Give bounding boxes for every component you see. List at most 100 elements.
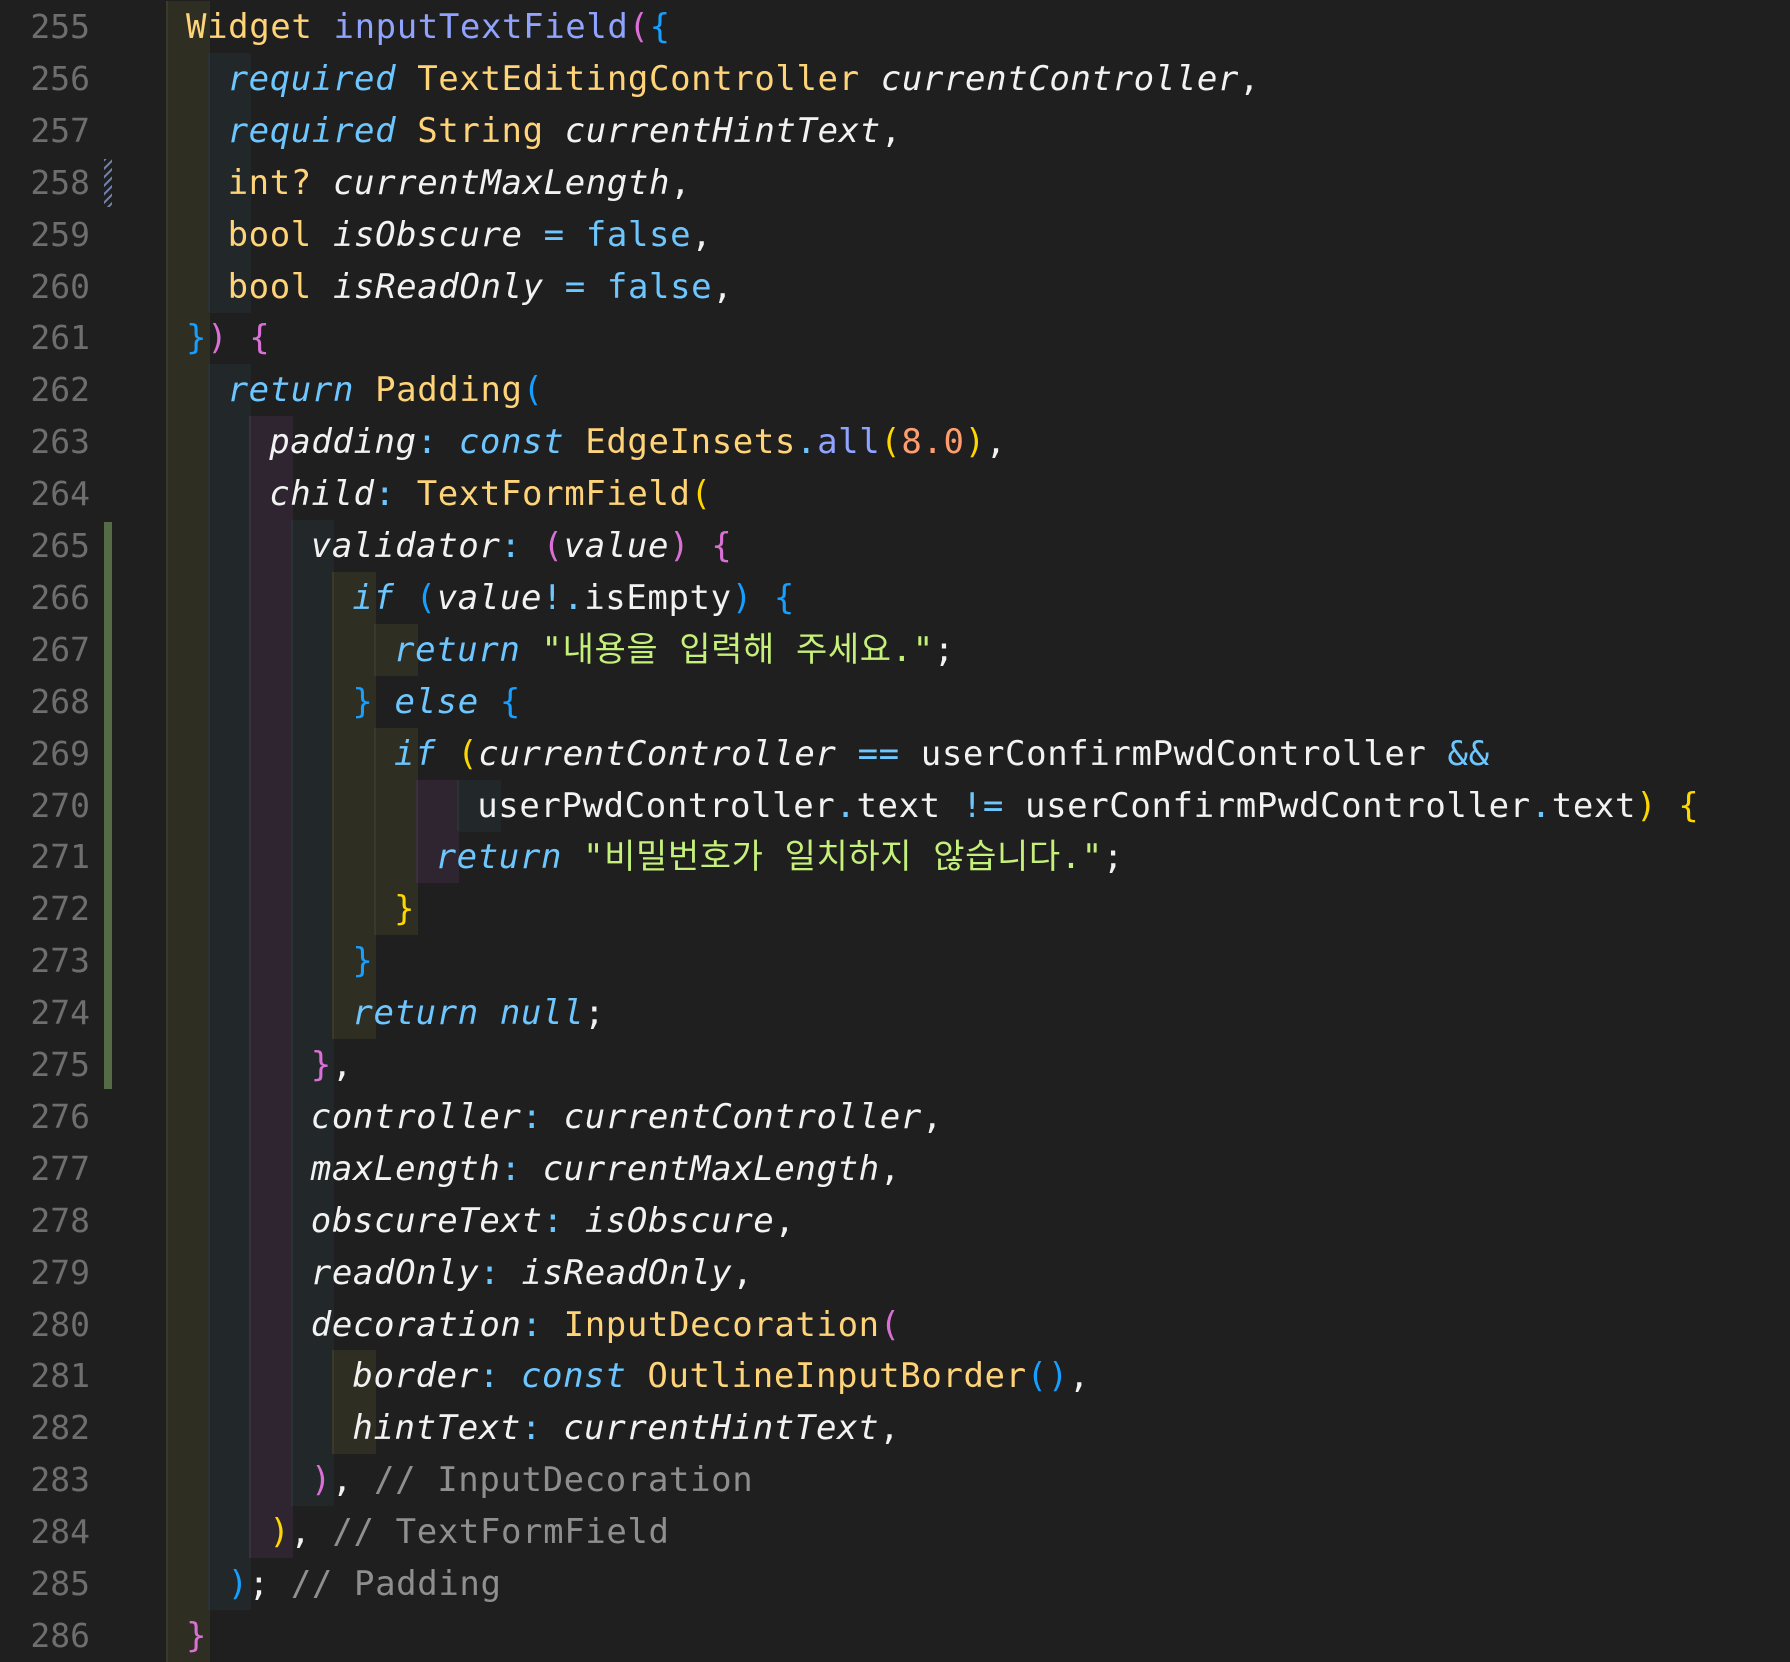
code-line[interactable]: 263 padding: const EdgeInsets.all(8.0), [0,416,1790,469]
code-line[interactable]: 275}, [0,1039,1790,1091]
code-line[interactable]: 284), // TextFormField [0,1506,1790,1559]
line-number: 271 [30,837,90,877]
indent-guide [249,1194,293,1247]
indent-guide [207,1194,252,1247]
code-token: ) [310,1460,332,1501]
code-line[interactable]: 277 maxLength: currentMaxLength, [0,1142,1790,1195]
indent-guide [166,675,210,728]
line-number: 277 [30,1148,90,1188]
indent-guide [249,727,293,780]
code-line[interactable]: 269 if (currentController == userConfirmP… [0,727,1790,780]
code-line[interactable]: 266 if (value!.isEmpty) { [0,571,1790,624]
indent-guide [166,468,210,521]
indent-guide [249,779,293,832]
code-token: , [331,1045,353,1085]
code-token: = [564,266,586,307]
code-line[interactable]: 272} [0,883,1790,936]
line-number: 261 [30,318,90,358]
code-line[interactable]: 280 decoration: InputDecoration( [0,1298,1790,1351]
indent-guide [166,1039,210,1091]
code-line[interactable]: 255 Widget inputTextField({ [0,1,1790,53]
line-number: 265 [30,526,90,565]
code-token: Widget [186,7,313,47]
code-line[interactable]: 273} [0,935,1790,988]
code-line[interactable]: 265 validator: (value) { [0,520,1790,572]
line-number: 264 [30,474,90,514]
code-comment: // InputDecoration [374,1460,754,1501]
code-token: TextEditingController [417,58,860,99]
code-line[interactable]: 285); // Padding [0,1558,1790,1610]
code-line[interactable]: 276 controller: currentController, [0,1090,1790,1143]
indent-guide [207,1506,252,1559]
code-line[interactable]: 281 border: const OutlineInputBorder(), [0,1350,1790,1403]
code-token: ) [207,318,229,359]
code-token: obscureText [310,1200,543,1241]
code-text: return "내용을 입력해 주세요."; [394,624,955,676]
code-token: } [352,941,374,982]
code-token: { [249,318,271,359]
code-text: return null; [352,987,605,1039]
code-line[interactable]: 258 int? currentMaxLength, [0,156,1790,209]
code-line[interactable]: 286} [0,1609,1790,1662]
code-line[interactable]: 261}) { [0,312,1790,365]
code-line[interactable]: 274 return null; [0,987,1790,1040]
code-token: const [520,1356,627,1397]
indent-guide [166,260,210,313]
code-text: Widget inputTextField({ [186,1,671,53]
code-token: isReadOnly [521,1252,733,1293]
code-line[interactable]: 262 return Padding( [0,364,1790,417]
code-text: validator: (value) { [311,520,732,572]
code-line[interactable]: 279 readOnly: isReadOnly, [0,1246,1790,1299]
code-line[interactable]: 257 required String currentHintText, [0,104,1790,157]
code-text: return Padding( [228,364,544,416]
code-token: ( [690,474,712,515]
code-text: if (value!.isEmpty) { [352,572,795,624]
line-number: 279 [30,1252,90,1292]
code-line[interactable]: 267 return "내용을 입력해 주세요."; [0,623,1790,676]
code-text: required String currentHintText, [228,105,902,157]
code-line[interactable]: 260 bool isReadOnly = false, [0,260,1790,313]
code-token: isObscure [332,214,523,255]
code-token: ; [1102,837,1124,878]
code-token: currentMaxLength [542,1148,880,1189]
code-line[interactable]: 271 return "비밀번호가 일치하지 않습니다."; [0,831,1790,884]
code-text: maxLength: currentMaxLength, [311,1143,901,1195]
line-number: 284 [30,1512,90,1552]
code-token: : [479,1252,501,1293]
code-line[interactable]: 264 child: TextFormField( [0,468,1790,521]
line-number: 260 [30,266,90,306]
code-token: ( [415,577,437,618]
code-token: null [499,993,585,1034]
indent-guide [207,1246,252,1299]
code-line[interactable]: 259 bool isObscure = false, [0,208,1790,261]
code-line[interactable]: 256 required TextEditingController curren… [0,52,1790,105]
line-number: 280 [30,1304,90,1344]
code-line[interactable]: 282 hintText: currentHintText, [0,1402,1790,1455]
code-token: : [520,1408,543,1449]
code-text: }, [311,1039,353,1091]
line-number: 274 [30,993,90,1033]
indent-guide [166,883,210,936]
code-token: if [352,577,395,618]
code-line[interactable]: 270 userPwdController.text != userConfirm… [0,779,1790,832]
line-number: 262 [30,370,90,410]
code-line[interactable]: 283), // InputDecoration [0,1454,1790,1507]
indent-guide [166,156,210,209]
indent-guide [207,1142,252,1195]
code-line[interactable]: 278 obscureText: isObscure, [0,1194,1790,1247]
code-token: } [186,1615,208,1656]
code-line[interactable]: 268} else { [0,675,1790,728]
code-token: if [394,733,437,774]
indent-guide [249,623,293,676]
code-token: return [227,370,355,411]
code-editor[interactable]: 255 Widget inputTextField({256 required Te… [0,0,1790,1662]
indent-guide [249,1090,293,1143]
